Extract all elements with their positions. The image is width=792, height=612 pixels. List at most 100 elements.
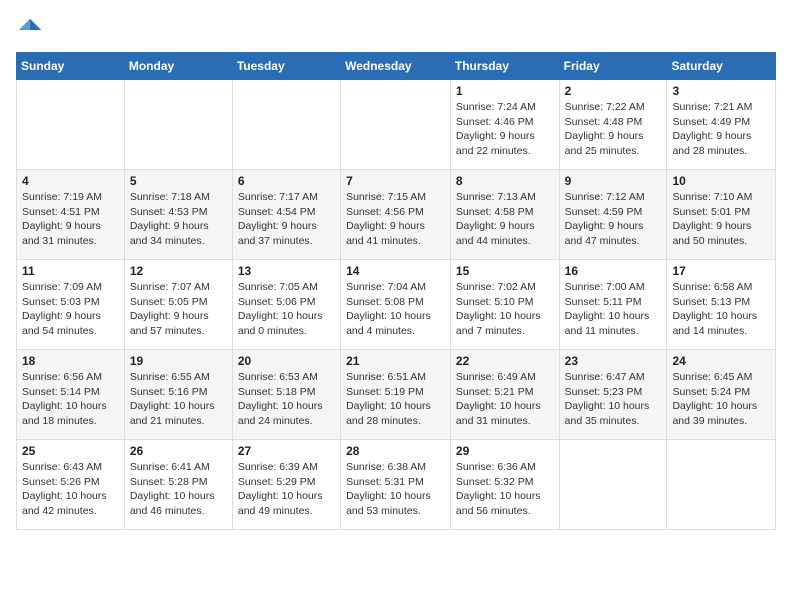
day-number: 15 xyxy=(456,264,554,278)
calendar-cell: 25 Sunrise: 6:43 AM Sunset: 5:26 PM Dayli… xyxy=(17,440,125,530)
day-info: Sunrise: 7:24 AM Sunset: 4:46 PM Dayligh… xyxy=(456,100,554,159)
calendar-week-row: 18 Sunrise: 6:56 AM Sunset: 5:14 PM Dayli… xyxy=(17,350,776,440)
day-number: 5 xyxy=(130,174,227,188)
day-number: 16 xyxy=(565,264,662,278)
calendar-cell xyxy=(559,440,667,530)
calendar-cell: 3 Sunrise: 7:21 AM Sunset: 4:49 PM Daylig… xyxy=(667,80,776,170)
day-info: Sunrise: 7:21 AM Sunset: 4:49 PM Dayligh… xyxy=(672,100,770,159)
day-number: 26 xyxy=(130,444,227,458)
day-info: Sunrise: 6:38 AM Sunset: 5:31 PM Dayligh… xyxy=(346,460,445,519)
day-number: 10 xyxy=(672,174,770,188)
day-number: 7 xyxy=(346,174,445,188)
calendar-week-row: 11 Sunrise: 7:09 AM Sunset: 5:03 PM Dayli… xyxy=(17,260,776,350)
weekday-header: Wednesday xyxy=(341,53,451,80)
day-info: Sunrise: 6:36 AM Sunset: 5:32 PM Dayligh… xyxy=(456,460,554,519)
calendar-cell: 20 Sunrise: 6:53 AM Sunset: 5:18 PM Dayli… xyxy=(232,350,340,440)
day-info: Sunrise: 6:51 AM Sunset: 5:19 PM Dayligh… xyxy=(346,370,445,429)
calendar-cell xyxy=(17,80,125,170)
calendar-cell: 14Sunrise: 7:04 AM Sunset: 5:08 PM Dayli… xyxy=(341,260,451,350)
calendar-cell: 10 Sunrise: 7:10 AM Sunset: 5:01 PM Dayli… xyxy=(667,170,776,260)
calendar-cell xyxy=(232,80,340,170)
calendar-week-row: 4 Sunrise: 7:19 AM Sunset: 4:51 PM Daylig… xyxy=(17,170,776,260)
day-info: Sunrise: 6:58 AM Sunset: 5:13 PM Dayligh… xyxy=(672,280,770,339)
calendar-cell: 18 Sunrise: 6:56 AM Sunset: 5:14 PM Dayli… xyxy=(17,350,125,440)
calendar-cell: 12Sunrise: 7:07 AM Sunset: 5:05 PM Dayli… xyxy=(124,260,232,350)
calendar-cell: 2 Sunrise: 7:22 AM Sunset: 4:48 PM Daylig… xyxy=(559,80,667,170)
day-number: 29 xyxy=(456,444,554,458)
calendar-cell: 7 Sunrise: 7:15 AM Sunset: 4:56 PM Daylig… xyxy=(341,170,451,260)
day-number: 3 xyxy=(672,84,770,98)
calendar-cell: 16 Sunrise: 7:00 AM Sunset: 5:11 PM Dayli… xyxy=(559,260,667,350)
day-info: Sunrise: 7:22 AM Sunset: 4:48 PM Dayligh… xyxy=(565,100,662,159)
calendar-cell: 11 Sunrise: 7:09 AM Sunset: 5:03 PM Dayli… xyxy=(17,260,125,350)
page-header xyxy=(16,16,776,44)
logo xyxy=(16,16,48,44)
day-number: 22 xyxy=(456,354,554,368)
calendar-cell: 8 Sunrise: 7:13 AM Sunset: 4:58 PM Daylig… xyxy=(450,170,559,260)
calendar-table: SundayMondayTuesdayWednesdayThursdayFrid… xyxy=(16,52,776,530)
weekday-header: Thursday xyxy=(450,53,559,80)
calendar-cell: 29 Sunrise: 6:36 AM Sunset: 5:32 PM Dayli… xyxy=(450,440,559,530)
day-info: Sunrise: 6:55 AM Sunset: 5:16 PM Dayligh… xyxy=(130,370,227,429)
calendar-cell xyxy=(667,440,776,530)
day-number: 27 xyxy=(238,444,335,458)
day-number: 9 xyxy=(565,174,662,188)
calendar-cell: 6 Sunrise: 7:17 AM Sunset: 4:54 PM Daylig… xyxy=(232,170,340,260)
day-info: Sunrise: 7:10 AM Sunset: 5:01 PM Dayligh… xyxy=(672,190,770,249)
weekday-header: Tuesday xyxy=(232,53,340,80)
day-info: Sunrise: 6:45 AM Sunset: 5:24 PM Dayligh… xyxy=(672,370,770,429)
day-info: Sunrise: 7:15 AM Sunset: 4:56 PM Dayligh… xyxy=(346,190,445,249)
calendar-cell: 9 Sunrise: 7:12 AM Sunset: 4:59 PM Daylig… xyxy=(559,170,667,260)
calendar-cell: 27 Sunrise: 6:39 AM Sunset: 5:29 PM Dayli… xyxy=(232,440,340,530)
calendar-cell: 15Sunrise: 7:02 AM Sunset: 5:10 PM Dayli… xyxy=(450,260,559,350)
calendar-week-row: 1Sunrise: 7:24 AM Sunset: 4:46 PM Daylig… xyxy=(17,80,776,170)
day-number: 4 xyxy=(22,174,119,188)
day-number: 20 xyxy=(238,354,335,368)
day-number: 8 xyxy=(456,174,554,188)
day-info: Sunrise: 7:19 AM Sunset: 4:51 PM Dayligh… xyxy=(22,190,119,249)
day-number: 25 xyxy=(22,444,119,458)
day-info: Sunrise: 7:00 AM Sunset: 5:11 PM Dayligh… xyxy=(565,280,662,339)
day-info: Sunrise: 6:43 AM Sunset: 5:26 PM Dayligh… xyxy=(22,460,119,519)
calendar-cell: 4 Sunrise: 7:19 AM Sunset: 4:51 PM Daylig… xyxy=(17,170,125,260)
day-number: 11 xyxy=(22,264,119,278)
day-info: Sunrise: 7:04 AM Sunset: 5:08 PM Dayligh… xyxy=(346,280,445,339)
calendar-cell: 5 Sunrise: 7:18 AM Sunset: 4:53 PM Daylig… xyxy=(124,170,232,260)
calendar-cell: 22 Sunrise: 6:49 AM Sunset: 5:21 PM Dayli… xyxy=(450,350,559,440)
calendar-cell: 26Sunrise: 6:41 AM Sunset: 5:28 PM Dayli… xyxy=(124,440,232,530)
day-number: 2 xyxy=(565,84,662,98)
calendar-cell: 21 Sunrise: 6:51 AM Sunset: 5:19 PM Dayli… xyxy=(341,350,451,440)
calendar-cell: 23 Sunrise: 6:47 AM Sunset: 5:23 PM Dayli… xyxy=(559,350,667,440)
day-info: Sunrise: 7:18 AM Sunset: 4:53 PM Dayligh… xyxy=(130,190,227,249)
day-info: Sunrise: 7:13 AM Sunset: 4:58 PM Dayligh… xyxy=(456,190,554,249)
day-info: Sunrise: 6:39 AM Sunset: 5:29 PM Dayligh… xyxy=(238,460,335,519)
day-number: 6 xyxy=(238,174,335,188)
day-info: Sunrise: 6:53 AM Sunset: 5:18 PM Dayligh… xyxy=(238,370,335,429)
day-info: Sunrise: 7:05 AM Sunset: 5:06 PM Dayligh… xyxy=(238,280,335,339)
day-info: Sunrise: 7:09 AM Sunset: 5:03 PM Dayligh… xyxy=(22,280,119,339)
day-info: Sunrise: 6:56 AM Sunset: 5:14 PM Dayligh… xyxy=(22,370,119,429)
day-number: 13 xyxy=(238,264,335,278)
day-number: 19 xyxy=(130,354,227,368)
day-number: 23 xyxy=(565,354,662,368)
calendar-week-row: 25 Sunrise: 6:43 AM Sunset: 5:26 PM Dayli… xyxy=(17,440,776,530)
calendar-cell: 17 Sunrise: 6:58 AM Sunset: 5:13 PM Dayli… xyxy=(667,260,776,350)
day-info: Sunrise: 7:17 AM Sunset: 4:54 PM Dayligh… xyxy=(238,190,335,249)
weekday-header-row: SundayMondayTuesdayWednesdayThursdayFrid… xyxy=(17,53,776,80)
calendar-cell: 28Sunrise: 6:38 AM Sunset: 5:31 PM Dayli… xyxy=(341,440,451,530)
calendar-cell: 1Sunrise: 7:24 AM Sunset: 4:46 PM Daylig… xyxy=(450,80,559,170)
calendar-cell xyxy=(341,80,451,170)
day-number: 18 xyxy=(22,354,119,368)
weekday-header: Sunday xyxy=(17,53,125,80)
weekday-header: Friday xyxy=(559,53,667,80)
day-info: Sunrise: 6:47 AM Sunset: 5:23 PM Dayligh… xyxy=(565,370,662,429)
day-number: 21 xyxy=(346,354,445,368)
logo-icon xyxy=(16,16,44,44)
day-info: Sunrise: 7:12 AM Sunset: 4:59 PM Dayligh… xyxy=(565,190,662,249)
calendar-cell xyxy=(124,80,232,170)
day-info: Sunrise: 7:07 AM Sunset: 5:05 PM Dayligh… xyxy=(130,280,227,339)
day-info: Sunrise: 6:49 AM Sunset: 5:21 PM Dayligh… xyxy=(456,370,554,429)
day-number: 17 xyxy=(672,264,770,278)
weekday-header: Saturday xyxy=(667,53,776,80)
calendar-cell: 13 Sunrise: 7:05 AM Sunset: 5:06 PM Dayli… xyxy=(232,260,340,350)
